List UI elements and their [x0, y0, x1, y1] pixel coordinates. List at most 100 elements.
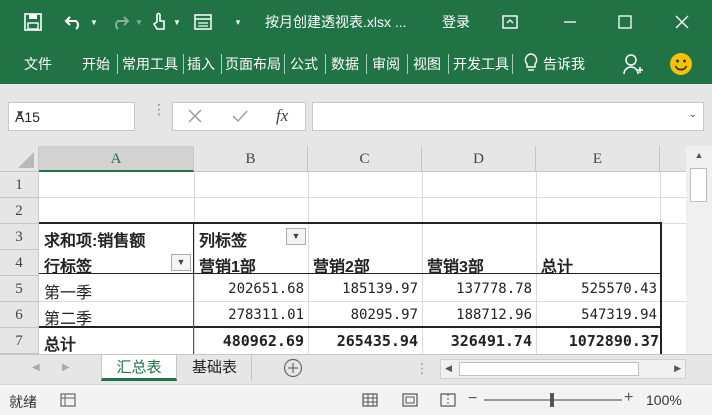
expand-formula-icon[interactable]: ⌄ [689, 109, 697, 120]
pivot-cell[interactable]: 525570.43 [538, 281, 657, 297]
column-filter-dropdown-icon[interactable]: ▼ [286, 228, 306, 245]
redo-dropdown-icon[interactable]: ▼ [134, 0, 144, 44]
row-header-1[interactable]: 1 [0, 172, 39, 198]
tab-home[interactable]: 开始 [82, 54, 110, 74]
split-handle-icon[interactable]: ⋮ [415, 360, 429, 377]
row-filter-dropdown-icon[interactable]: ▼ [171, 254, 191, 271]
save-icon[interactable] [18, 0, 48, 44]
worksheet-grid[interactable]: A B C D E 1 2 3 4 5 6 7 求和项:销售额 列标签 ▼ 行标… [0, 146, 686, 354]
column-header-b[interactable]: B [194, 146, 308, 172]
column-header-a[interactable]: A [39, 146, 194, 172]
row-header-6[interactable]: 6 [0, 302, 39, 328]
drag-handle-icon[interactable]: ⋮ [152, 102, 166, 116]
pivot-cell[interactable]: 547319.94 [538, 307, 657, 323]
column-header-e[interactable]: E [536, 146, 660, 172]
maximize-icon[interactable] [611, 0, 639, 44]
formula-input[interactable]: ⌄ [312, 102, 704, 131]
pivot-total-cell[interactable]: 265435.94 [310, 332, 418, 350]
row-header-5[interactable]: 5 [0, 276, 39, 302]
column-header-c[interactable]: C [308, 146, 422, 172]
prev-sheet-icon[interactable]: ◀ [32, 362, 40, 373]
row-header-7[interactable]: 7 [0, 328, 39, 354]
horizontal-scroll-thumb[interactable] [459, 362, 639, 376]
zoom-level[interactable]: 100% [646, 392, 682, 408]
normal-view-icon[interactable] [362, 393, 378, 410]
tell-me-search[interactable]: 告诉我 [543, 54, 585, 74]
pivot-row-label[interactable]: 行标签 [44, 253, 92, 277]
macro-record-icon[interactable] [60, 393, 76, 410]
pivot-value-label[interactable]: 求和项:销售额 [44, 227, 145, 251]
pivot-column-label[interactable]: 列标签 [199, 227, 247, 251]
tab-review[interactable]: 审阅 [372, 54, 400, 74]
ribbon-display-icon[interactable] [496, 0, 524, 44]
row-header-2[interactable]: 2 [0, 198, 39, 224]
zoom-out-icon[interactable]: − [468, 390, 477, 408]
undo-dropdown-icon[interactable]: ▼ [89, 0, 99, 44]
add-sheet-icon[interactable] [283, 358, 303, 381]
vertical-scrollbar[interactable]: ▲ [686, 146, 712, 354]
row-header-4[interactable]: 4 [0, 250, 39, 276]
page-break-view-icon[interactable] [440, 393, 456, 410]
zoom-slider[interactable] [484, 393, 622, 407]
close-icon[interactable] [668, 0, 696, 44]
lightbulb-icon[interactable] [524, 53, 538, 76]
sheet-tab-base[interactable]: 基础表 [178, 355, 252, 381]
pivot-total-cell[interactable]: 1072890.37 [538, 332, 659, 350]
tab-insert[interactable]: 插入 [187, 54, 215, 74]
formula-bar: A15 ▼ ⋮ fx ⌄ [0, 84, 712, 146]
pivot-cell[interactable]: 185139.97 [310, 281, 418, 297]
name-box[interactable]: A15 ▼ [8, 102, 135, 131]
form-icon[interactable] [190, 0, 216, 44]
scroll-right-icon[interactable]: ▶ [674, 363, 681, 374]
pivot-row-label-q2[interactable]: 第二季 [44, 305, 92, 329]
horizontal-scrollbar[interactable]: ◀ ▶ [440, 359, 686, 379]
status-ready: 就绪 [9, 394, 37, 410]
tab-view[interactable]: 视图 [413, 54, 441, 74]
tab-separator [117, 54, 118, 74]
tab-file[interactable]: 文件 [24, 54, 52, 74]
tab-formulas[interactable]: 公式 [290, 54, 318, 74]
next-sheet-icon[interactable]: ▶ [62, 362, 70, 373]
tab-separator [407, 54, 408, 74]
cancel-x-icon[interactable] [187, 108, 203, 127]
zoom-in-icon[interactable]: + [624, 389, 633, 407]
pivot-grand-total-label[interactable]: 总计 [44, 331, 76, 355]
page-layout-view-icon[interactable] [402, 393, 418, 410]
touch-dropdown-icon[interactable]: ▼ [172, 0, 182, 44]
undo-icon[interactable] [60, 0, 88, 44]
pivot-total-cell[interactable]: 326491.74 [424, 332, 532, 350]
minimize-icon[interactable] [556, 0, 584, 44]
pivot-col-header[interactable]: 营销3部 [427, 253, 484, 277]
select-all-corner[interactable] [0, 146, 39, 172]
share-user-icon[interactable] [623, 53, 643, 78]
pivot-cell[interactable]: 202651.68 [196, 281, 304, 297]
pivot-cell[interactable]: 188712.96 [424, 307, 532, 323]
chevron-down-icon[interactable]: ▼ [15, 109, 130, 120]
pivot-cell[interactable]: 80295.97 [310, 307, 418, 323]
zoom-slider-thumb[interactable] [550, 393, 554, 407]
tab-developer[interactable]: 开发工具 [453, 54, 511, 74]
pivot-cell[interactable]: 278311.01 [196, 307, 304, 323]
row-header-3[interactable]: 3 [0, 224, 39, 250]
scroll-up-icon[interactable]: ▲ [690, 150, 708, 164]
pivot-col-header[interactable]: 营销1部 [199, 253, 256, 277]
enter-check-icon[interactable] [231, 108, 249, 127]
column-header-d[interactable]: D [422, 146, 536, 172]
tab-common-tools[interactable]: 常用工具 [122, 54, 184, 74]
scroll-left-icon[interactable]: ◀ [445, 363, 452, 374]
pivot-cell[interactable]: 137778.78 [424, 281, 532, 297]
insert-function-icon[interactable]: fx [276, 106, 288, 126]
pivot-col-header[interactable]: 总计 [541, 253, 573, 277]
touch-mode-icon[interactable] [146, 0, 172, 44]
redo-icon[interactable] [106, 0, 134, 44]
customize-qat-icon[interactable]: ▾ [230, 0, 246, 44]
login-link[interactable]: 登录 [442, 12, 470, 32]
pivot-col-header[interactable]: 营销2部 [313, 253, 370, 277]
tab-data[interactable]: 数据 [331, 54, 359, 74]
pivot-row-label-q1[interactable]: 第一季 [44, 279, 92, 303]
pivot-total-cell[interactable]: 480962.69 [196, 332, 304, 350]
sheet-tab-summary[interactable]: 汇总表 [101, 355, 177, 381]
tab-page-layout[interactable]: 页面布局 [225, 54, 285, 74]
smiley-feedback-icon[interactable] [669, 52, 693, 79]
scroll-thumb[interactable] [690, 168, 707, 202]
